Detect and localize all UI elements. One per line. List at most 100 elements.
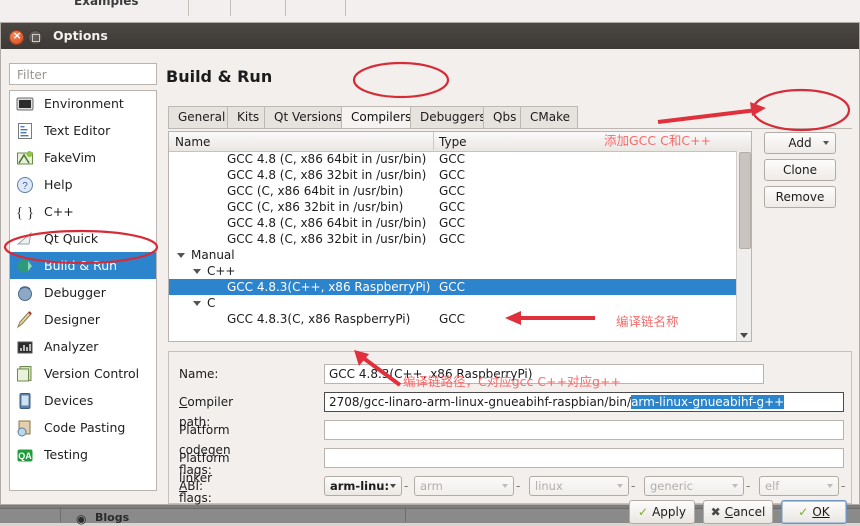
compiler-path-value: 2708/gcc-linaro-arm-linux-gnueabihf-rasp… — [329, 395, 632, 409]
sidebar-item-label: Designer — [44, 312, 100, 327]
background-tab-divider — [188, 0, 189, 16]
ok-button[interactable]: ✓ OK — [781, 500, 847, 524]
chevron-down-icon — [502, 484, 508, 488]
row-type: GCC — [439, 280, 466, 294]
chevron-down-icon — [732, 484, 738, 488]
sidebar-item-qt-quick[interactable]: Qt Quick — [10, 225, 156, 252]
background-tab-divider — [285, 0, 286, 16]
bottom-divider — [405, 507, 406, 522]
chevron-down-icon — [617, 484, 623, 488]
check-icon: ✓ — [798, 505, 809, 519]
bottom-divider — [60, 507, 61, 522]
abi-combo-2[interactable]: linux — [529, 476, 629, 496]
table-row[interactable]: GCC 4.8 (C, x86 64bit in /usr/bin) GCC — [169, 215, 737, 231]
cancel-button[interactable]: ✖ Cancel — [703, 500, 773, 524]
debugger-icon — [16, 284, 34, 302]
sidebar-item-build-run[interactable]: Build & Run — [10, 252, 156, 279]
compiler-path-input[interactable]: 2708/gcc-linaro-arm-linux-gnueabihf-rasp… — [324, 392, 844, 412]
table-row[interactable]: C++ — [169, 263, 737, 279]
designer-icon — [16, 311, 34, 329]
abi-combo-4[interactable]: elf — [759, 476, 839, 496]
table-row[interactable]: GCC (C, x86 32bit in /usr/bin) GCC — [169, 199, 737, 215]
row-type: GCC — [439, 168, 466, 182]
scrollbar-thumb[interactable] — [739, 152, 751, 249]
table-row[interactable]: GCC 4.8 (C, x86 64bit in /usr/bin) GCC — [169, 151, 737, 167]
table-row[interactable]: GCC (C, x86 64bit in /usr/bin) GCC — [169, 183, 737, 199]
table-row[interactable]: GCC 4.8.3(C++, x86 RaspberryPi) GCC — [169, 279, 737, 295]
row-type: GCC — [439, 216, 466, 230]
sidebar-item-label: Debugger — [44, 285, 106, 300]
tab-cmake[interactable]: CMake — [520, 106, 578, 128]
sidebar-item-fakevim[interactable]: FakeVim — [10, 144, 156, 171]
devices-icon — [16, 392, 34, 410]
scroll-down-icon[interactable] — [740, 333, 748, 338]
remove-button[interactable]: Remove — [764, 186, 836, 208]
close-icon[interactable] — [9, 29, 24, 45]
tab-debuggers[interactable]: Debuggers — [410, 106, 486, 128]
column-header-name[interactable]: Name — [175, 135, 210, 149]
tab-qbs[interactable]: Qbs — [483, 106, 521, 128]
abi-combo-value: linux — [535, 479, 563, 493]
sidebar-item-designer[interactable]: Designer — [10, 306, 156, 333]
chevron-down-icon[interactable] — [193, 301, 201, 306]
table-row[interactable]: C — [169, 295, 737, 311]
sidebar-item-analyzer[interactable]: Analyzer — [10, 333, 156, 360]
background-tab-examples[interactable]: Examples — [74, 0, 139, 8]
row-name: GCC 4.8.3(C, x86 RaspberryPi) — [227, 312, 411, 326]
abi-label: ABI: — [179, 479, 204, 493]
fakevim-icon — [16, 149, 34, 167]
clone-button-label: Clone — [782, 163, 818, 177]
chevron-down-icon[interactable] — [177, 253, 185, 258]
platform-linker-input[interactable] — [324, 448, 844, 468]
version-control-icon — [16, 365, 34, 383]
screenshot-root: Examples ◉ Blogs Options Filter Environm… — [0, 0, 860, 526]
window-title: Options — [53, 28, 108, 43]
sidebar-item-code-pasting[interactable]: Code Pasting — [10, 414, 156, 441]
tab-general[interactable]: General — [168, 106, 228, 128]
sidebar-item-label: C++ — [44, 204, 74, 219]
apply-button[interactable]: ✓ Apply — [629, 500, 695, 524]
add-button[interactable]: Add — [764, 132, 836, 154]
column-header-type[interactable]: Type — [439, 135, 467, 149]
cancel-button-label: Cancel — [724, 505, 766, 519]
table-row[interactable]: GCC 4.8 (C, x86 32bit in /usr/bin) GCC — [169, 231, 737, 247]
sidebar-item-debugger[interactable]: Debugger — [10, 279, 156, 306]
remove-button-label: Remove — [775, 190, 825, 204]
sidebar-item-devices[interactable]: Devices — [10, 387, 156, 414]
abi-combo-0[interactable]: arm-linu: — [324, 476, 402, 496]
filter-placeholder: Filter — [17, 68, 47, 82]
sidebar-item-c[interactable]: { } C++ — [10, 198, 156, 225]
page-title: Build & Run — [166, 67, 273, 86]
tab-label: Kits — [237, 110, 260, 124]
filter-input[interactable]: Filter — [9, 63, 157, 85]
help-icon: ? — [16, 176, 34, 194]
table-row[interactable]: GCC 4.8 (C, x86 32bit in /usr/bin) GCC — [169, 167, 737, 183]
tab-underline — [168, 128, 852, 129]
tab-qt-versions[interactable]: Qt Versions — [264, 106, 342, 128]
chevron-down-icon[interactable] — [193, 269, 201, 274]
abi-combo-1[interactable]: arm — [414, 476, 514, 496]
background-item-blogs[interactable]: Blogs — [95, 511, 129, 524]
column-divider — [433, 132, 434, 150]
monitor-icon — [16, 95, 34, 113]
sidebar-item-version-control[interactable]: Version Control — [10, 360, 156, 387]
clone-button[interactable]: Clone — [764, 159, 836, 181]
platform-codegen-input[interactable] — [324, 420, 844, 440]
apply-button-label: Apply — [652, 505, 686, 519]
table-row[interactable]: Manual — [169, 247, 737, 263]
sidebar-item-text-editor[interactable]: Text Editor — [10, 117, 156, 144]
minimize-icon[interactable] — [28, 30, 43, 45]
sidebar-item-label: Qt Quick — [44, 231, 99, 246]
abi-combo-3[interactable]: generic — [644, 476, 744, 496]
tab-compilers[interactable]: Compilers — [341, 106, 411, 128]
abi-separator: - — [516, 479, 521, 493]
row-name: GCC 4.8 (C, x86 32bit in /usr/bin) — [227, 232, 427, 246]
abi-combo-value: arm — [420, 479, 443, 493]
add-button-label: Add — [788, 136, 812, 150]
sidebar-item-testing[interactable]: QA Testing — [10, 441, 156, 468]
row-name: GCC (C, x86 64bit in /usr/bin) — [227, 184, 404, 198]
list-scrollbar[interactable] — [736, 151, 751, 341]
sidebar-item-help[interactable]: ? Help — [10, 171, 156, 198]
sidebar-item-environment[interactable]: Environment — [10, 90, 156, 117]
tab-kits[interactable]: Kits — [227, 106, 265, 128]
